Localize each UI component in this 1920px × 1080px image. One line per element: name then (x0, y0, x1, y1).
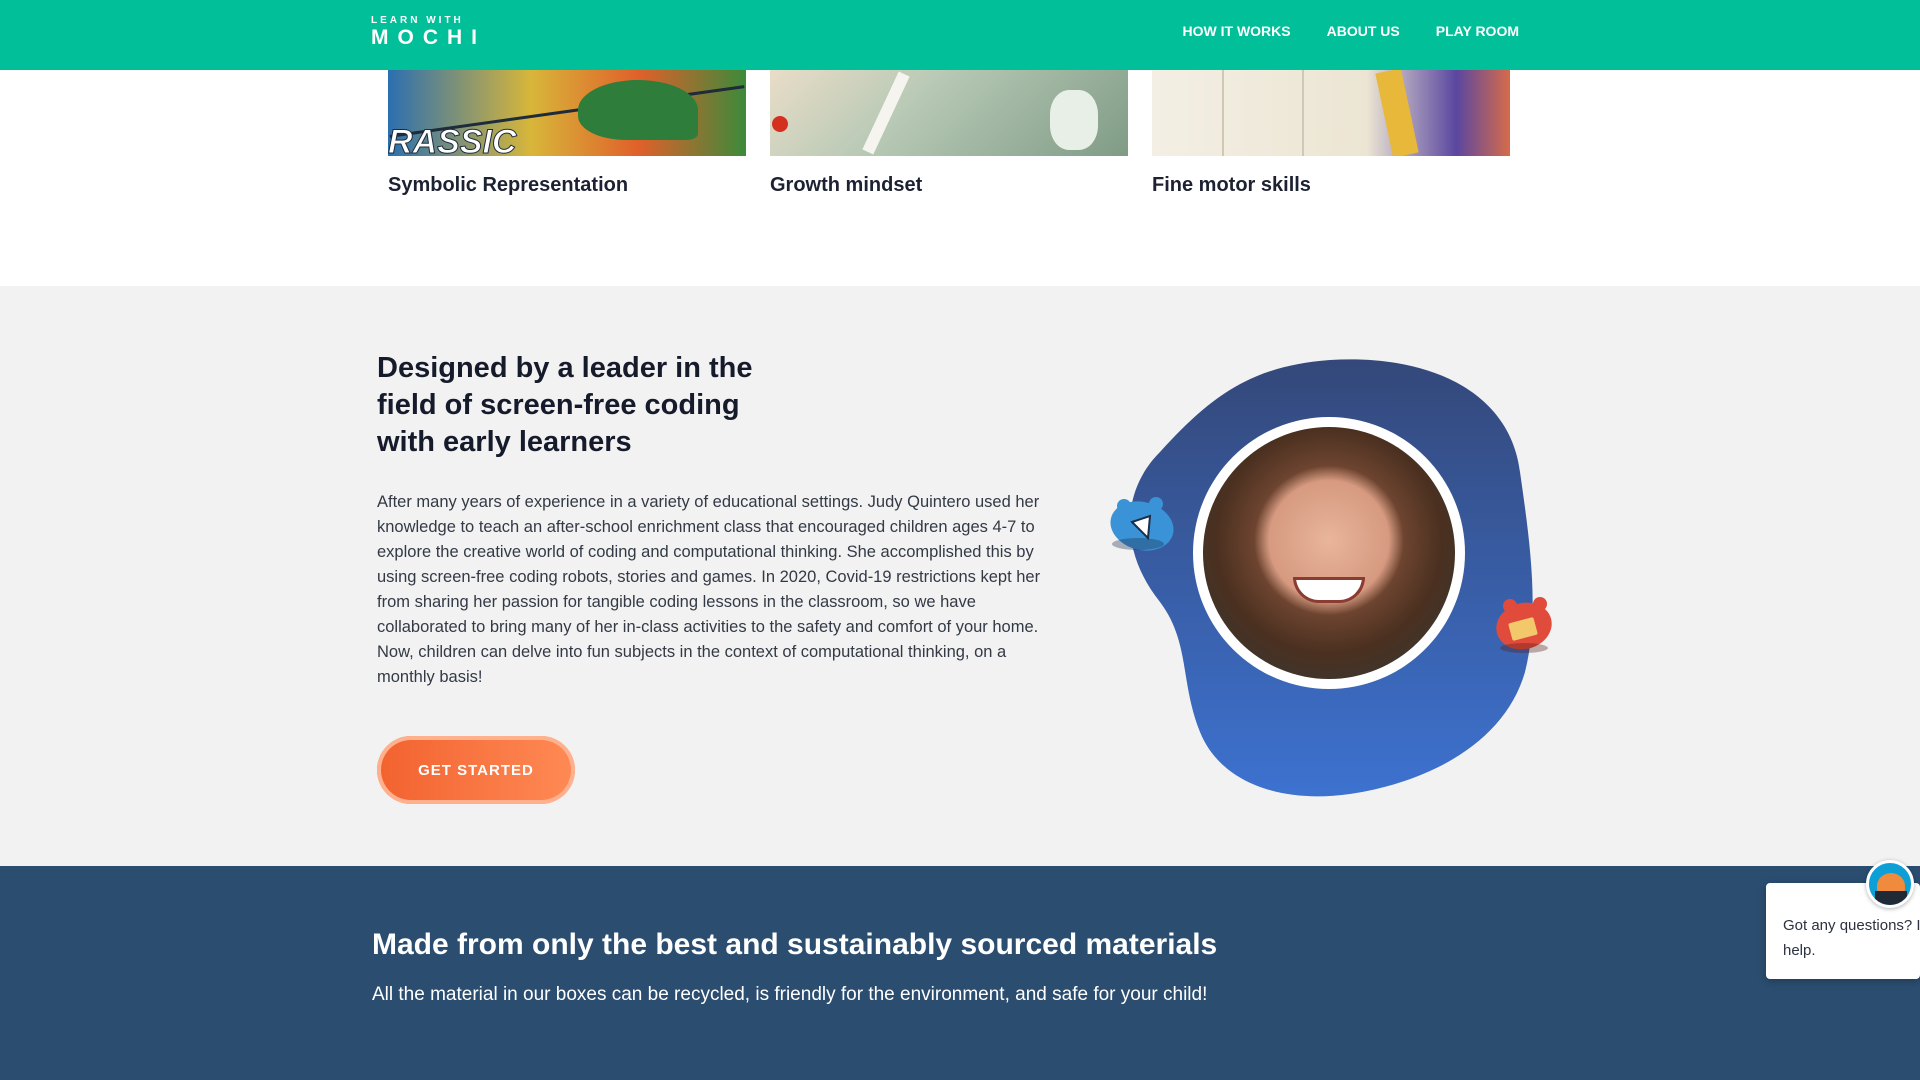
skill-card-title: Growth mindset (770, 174, 923, 196)
materials-section: Made from only the best and sustainably … (0, 866, 1920, 1080)
main-nav: HOW IT WORKS ABOUT US PLAY ROOM (1183, 0, 1519, 62)
founder-description: After many years of experience in a vari… (377, 493, 1041, 686)
mochi-logo[interactable]: LEARN WITH MOCHI (371, 15, 486, 49)
image-lettering: RASSIC (388, 123, 517, 157)
nav-play-room[interactable]: PLAY ROOM (1436, 23, 1519, 39)
chat-message: Got any questions? I' help. (1783, 917, 1920, 959)
founder-photo (1193, 417, 1465, 689)
materials-description: All the material in our boxes can be rec… (372, 984, 1208, 1005)
skill-card-growth[interactable]: Growth mindset (770, 70, 1128, 197)
founder-heading: Designed by a leader in the field of scr… (377, 352, 753, 458)
blue-bear-mascot-icon (1110, 497, 1174, 551)
skill-card-title: Symbolic Representation (388, 174, 629, 196)
page: LEARN WITH MOCHI HOW IT WORKS ABOUT US P… (0, 0, 1920, 1080)
top-nav-bar: LEARN WITH MOCHI HOW IT WORKS ABOUT US P… (0, 0, 1920, 70)
founder-section: Designed by a leader in the field of scr… (0, 286, 1920, 866)
skill-card-symbolic[interactable]: RASSIC Symbolic Representation (388, 70, 746, 197)
logo-wordmark: MOCHI (371, 26, 486, 49)
chat-avatar-icon[interactable] (1866, 860, 1914, 908)
skill-card-motor[interactable]: Fine motor skills (1152, 70, 1510, 197)
nav-about-us[interactable]: ABOUT US (1327, 23, 1400, 39)
skill-card-image: RASSIC (388, 70, 746, 156)
skill-card-image (770, 70, 1128, 156)
skills-cards-section: RASSIC Symbolic Representation Growth mi… (0, 70, 1920, 286)
red-bear-mascot-icon (1496, 597, 1552, 653)
nav-how-it-works[interactable]: HOW IT WORKS (1183, 23, 1291, 39)
get-started-button[interactable]: GET STARTED (377, 736, 575, 804)
skill-card-image (1152, 70, 1510, 156)
materials-heading: Made from only the best and sustainably … (372, 928, 1218, 961)
founder-portrait-area (1100, 352, 1560, 802)
skill-card-title: Fine motor skills (1152, 174, 1311, 196)
